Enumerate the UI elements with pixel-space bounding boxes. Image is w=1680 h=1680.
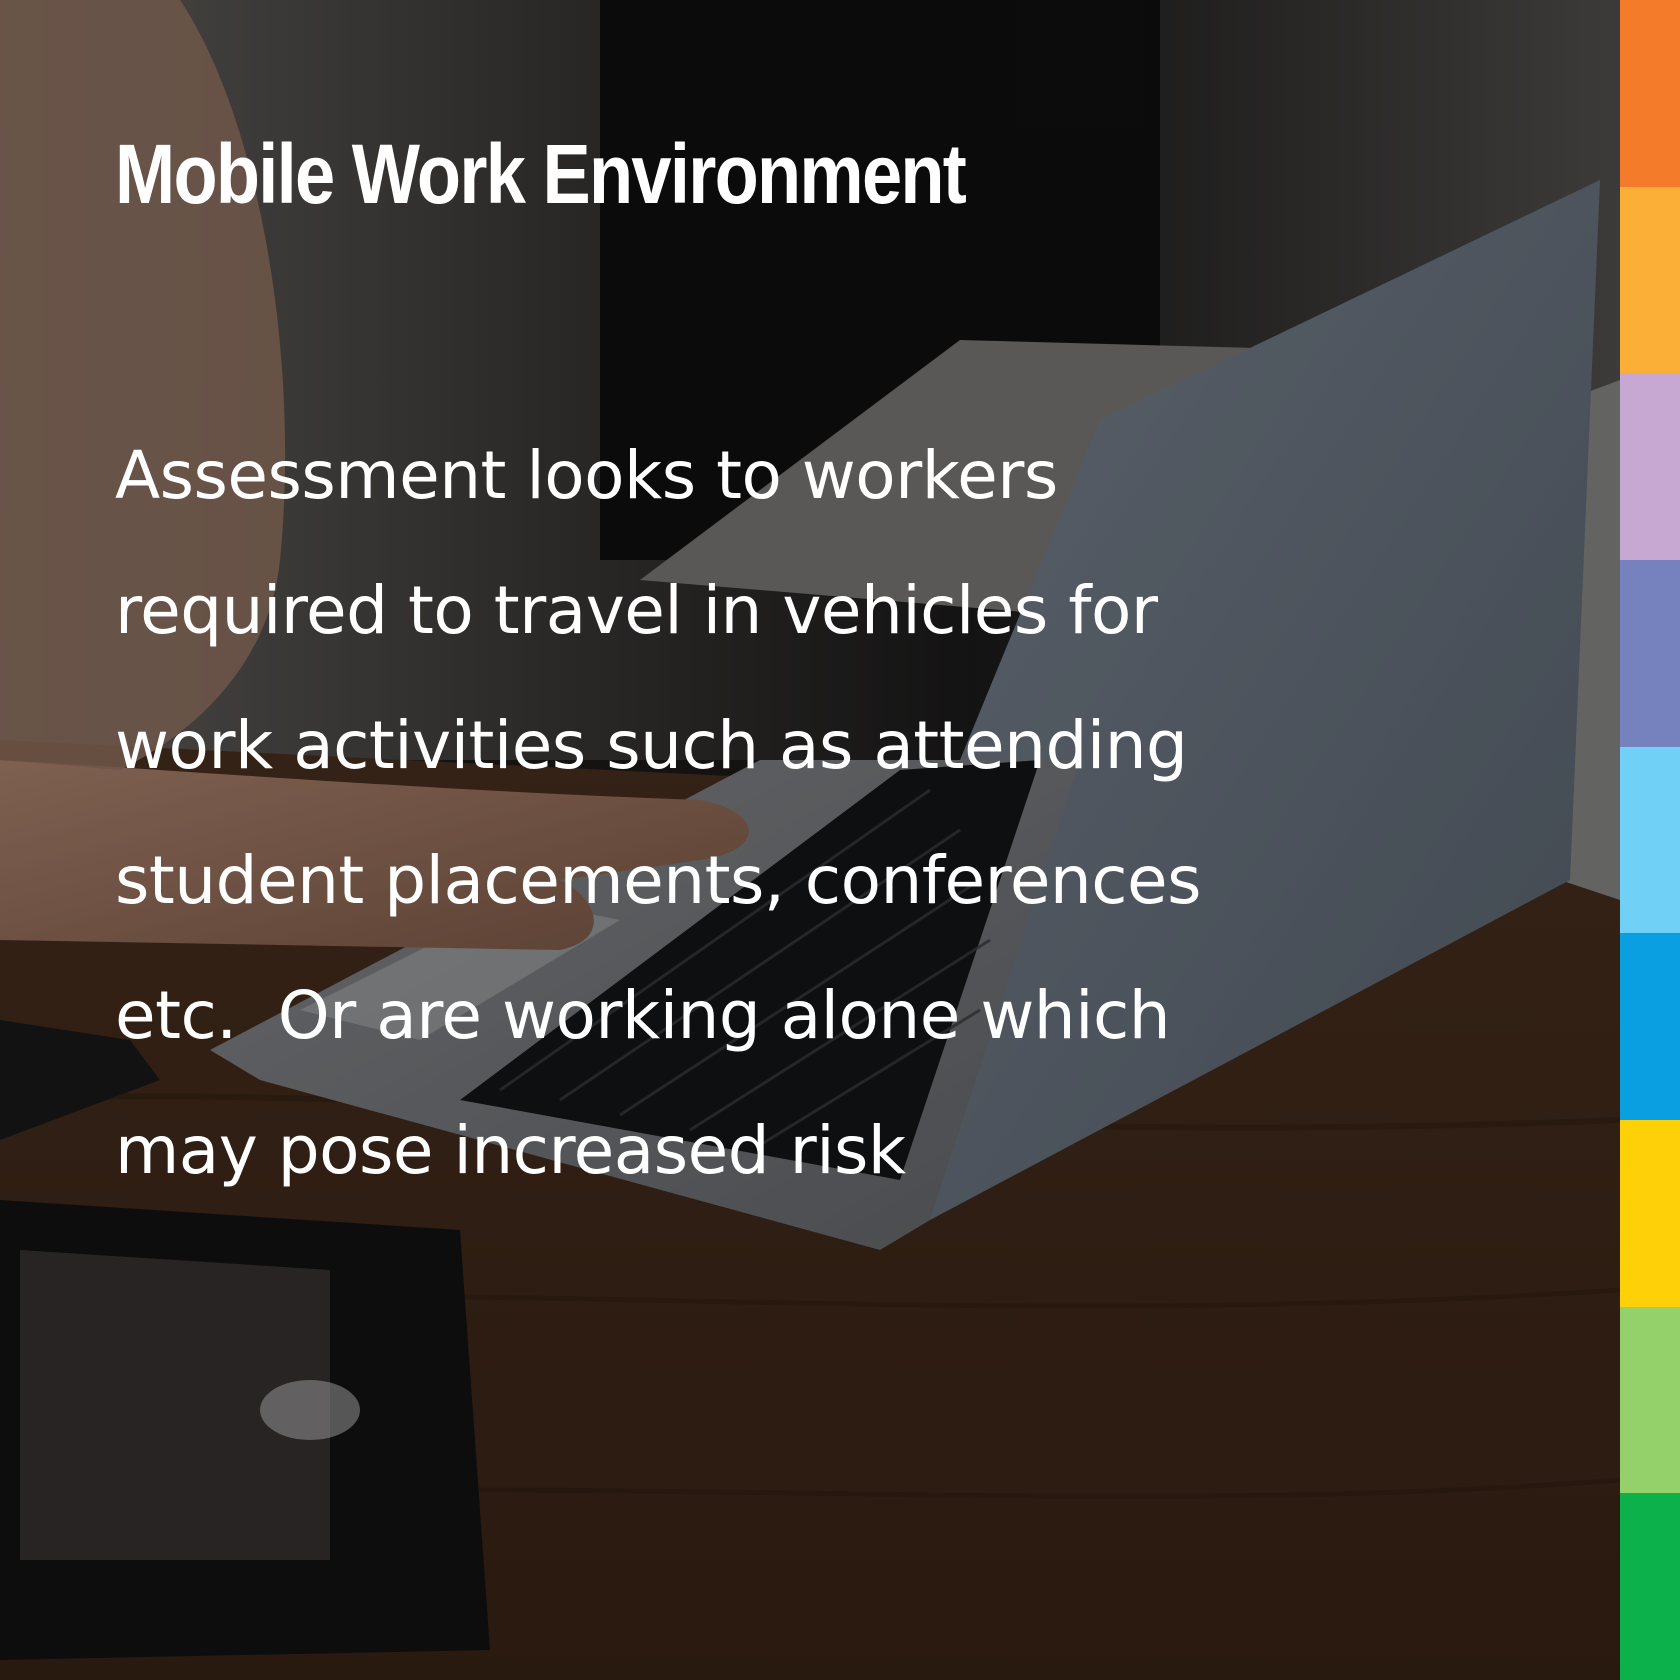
accent-stripe <box>1620 933 1680 1121</box>
body-line: work activities such as attending <box>115 707 1188 784</box>
body-line: etc. Or are working alone which <box>115 977 1171 1054</box>
accent-stripe <box>1620 1306 1680 1494</box>
body-line: student placements, conferences <box>115 842 1202 919</box>
accent-stripe <box>1620 746 1680 934</box>
body-line: may pose increased risk <box>115 1112 906 1189</box>
accent-stripe <box>1620 1493 1680 1680</box>
accent-stripe-bar <box>1620 0 1680 1680</box>
accent-stripe <box>1620 1120 1680 1307</box>
accent-stripe <box>1620 373 1680 561</box>
body-text: Assessment looks to workers required to … <box>115 408 1445 1218</box>
accent-stripe <box>1620 186 1680 374</box>
accent-stripe <box>1620 0 1680 187</box>
accent-stripe <box>1620 560 1680 747</box>
body-line: Assessment looks to workers <box>115 437 1058 514</box>
body-line: required to travel in vehicles for <box>115 572 1158 649</box>
page-title: Mobile Work Environment <box>115 127 967 221</box>
